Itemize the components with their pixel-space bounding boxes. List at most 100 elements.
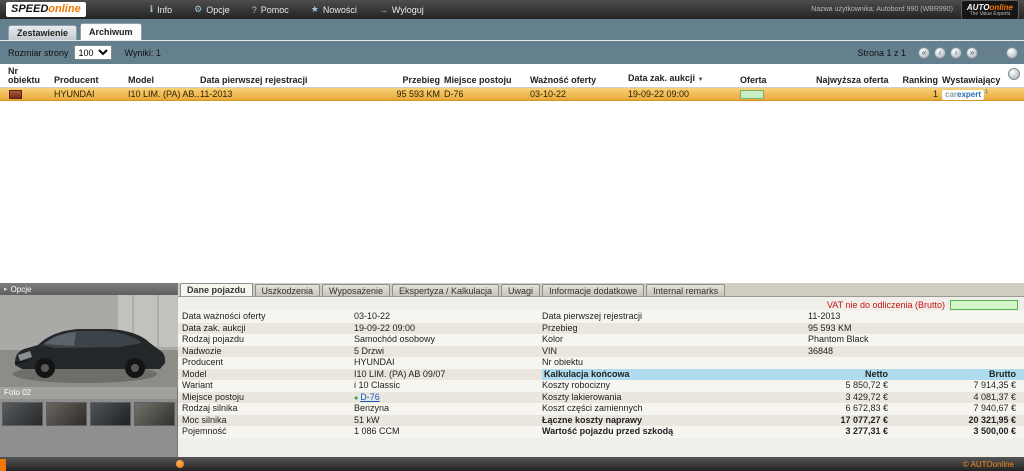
results-count: Wyniki: 1 xyxy=(125,48,161,58)
row-wystawiajacy: carexpert1 xyxy=(942,89,1016,100)
calc-netto-value: 3 429,72 € xyxy=(808,392,888,404)
column-header-miejsce-postoju[interactable]: Miejsce postoju xyxy=(444,76,530,85)
detail-panel: ▸ Opcje xyxy=(0,283,1024,457)
menu-label: Wyloguj xyxy=(392,5,424,15)
menu-item-opcje[interactable]: ⚙ Opcje xyxy=(194,4,230,15)
menu-label: Opcje xyxy=(206,5,230,15)
tab-informacje-dodatkowe[interactable]: Informacje dodatkowe xyxy=(542,284,644,296)
detail-value: I10 LIM. (PA) AB 09/07 xyxy=(354,369,542,381)
list-toolbar: Rozmiar strony 100 Wyniki: 1 Strona 1 z … xyxy=(0,41,1024,64)
row-object-cell xyxy=(8,90,54,99)
footer-bar: © AUTOonline xyxy=(0,457,1024,471)
tab-uwagi[interactable]: Uwagi xyxy=(501,284,540,296)
detail-value: Phantom Black xyxy=(808,334,1024,346)
calc-brutto-value: 20 321,95 € xyxy=(888,415,1024,427)
table-row[interactable]: HYUNDAI I10 LIM. (PA) AB... 11-2013 95 5… xyxy=(0,88,1024,101)
detail-label: Wariant xyxy=(178,380,354,392)
detail-label: Data pierwszej rejestracji xyxy=(542,311,808,323)
detail-label: Nr obiektu xyxy=(542,357,808,369)
calc-netto-value: 3 277,31 € xyxy=(808,426,888,438)
next-page-button[interactable]: › xyxy=(950,47,962,59)
username-text: Nazwa użytkownika: Autobord 990 (WBR990) xyxy=(811,6,953,13)
photo-thumbnail-4[interactable] xyxy=(134,402,175,426)
calc-brutto-value: 3 500,00 € xyxy=(888,426,1024,438)
column-header-wystawiajacy[interactable]: Wystawiający xyxy=(942,76,1016,85)
detail-row: Rodzaj pojazdu Samochód osobowy Kolor Ph… xyxy=(178,334,1024,346)
column-options-button[interactable] xyxy=(1008,68,1020,80)
row-miejsce: D-76 xyxy=(444,89,530,99)
view-tabstrip: Zestawienie Archiwum xyxy=(0,19,1024,41)
column-header-producent[interactable]: Producent xyxy=(54,76,128,85)
offer-input[interactable] xyxy=(740,90,764,99)
tab-wyposazenie[interactable]: Wyposażenie xyxy=(322,284,390,296)
page-options-button[interactable] xyxy=(1006,47,1018,59)
detail-row: Nadwozie 5 Drzwi VIN 36848 xyxy=(178,346,1024,358)
first-page-button[interactable]: « xyxy=(918,47,930,59)
tab-internal-remarks[interactable]: Internal remarks xyxy=(646,284,725,296)
tab-dane-pojazdu[interactable]: Dane pojazdu xyxy=(180,283,253,296)
page-size-label: Rozmiar strony xyxy=(8,48,69,58)
vehicle-photo[interactable] xyxy=(0,295,177,387)
tab-archiwum[interactable]: Archiwum xyxy=(80,23,142,40)
column-header-waznosc-oferty[interactable]: Ważność oferty xyxy=(530,76,628,85)
page-size-select[interactable]: 100 xyxy=(74,45,112,60)
footer-orange-icon xyxy=(176,460,184,468)
detail-row: Miejsce postoju ●D-76 Koszty lakierowani… xyxy=(178,392,1024,404)
tab-zestawienie[interactable]: Zestawienie xyxy=(8,25,77,40)
speedonline-logo[interactable]: SPEEDonline xyxy=(6,2,86,17)
tab-uszkodzenia[interactable]: Uszkodzenia xyxy=(255,284,321,296)
detail-value: Samochód osobowy xyxy=(354,334,542,346)
info-icon: ℹ xyxy=(150,4,153,15)
detail-label: Moc silnika xyxy=(178,415,354,427)
detail-value: 19-09-22 09:00 xyxy=(354,323,542,335)
menu-item-nowosci[interactable]: ★ Nowości xyxy=(311,4,357,15)
gear-icon: ⚙ xyxy=(194,4,202,15)
column-header-model[interactable]: Model xyxy=(128,76,200,85)
opcje-collapse-bar[interactable]: ▸ Opcje xyxy=(0,283,177,295)
detail-tabstrip: Dane pojazdu Uszkodzenia Wyposażenie Eks… xyxy=(178,283,1024,297)
row-data-zak: 19-09-22 09:00 xyxy=(628,89,740,99)
vat-input[interactable] xyxy=(950,300,1018,310)
column-header-ranking[interactable]: Ranking xyxy=(902,76,942,85)
logo-online-text: online xyxy=(48,3,80,15)
footer-copyright-link[interactable]: © AUTOonline xyxy=(963,460,1024,469)
tab-ekspertyza[interactable]: Ekspertyza / Kalkulacja xyxy=(392,284,499,296)
parking-location-link[interactable]: D-76 xyxy=(360,392,380,402)
detail-label: Kolor xyxy=(542,334,808,346)
photo-thumbnail-2[interactable] xyxy=(46,402,87,426)
prev-page-button[interactable]: ‹ xyxy=(934,47,946,59)
detail-label: Rodzaj pojazdu xyxy=(178,334,354,346)
help-icon: ? xyxy=(252,5,257,15)
column-header-nr-obiektu[interactable]: Nr obiektu xyxy=(8,67,54,85)
footer-corner-accent xyxy=(0,459,6,471)
detail-label: Koszt części zamiennych xyxy=(542,403,808,415)
pager: Strona 1 z 1 « ‹ › » xyxy=(857,47,1018,59)
top-bar: SPEEDonline ℹ Info ⚙ Opcje ? Pomoc ★ Now… xyxy=(0,0,1024,19)
last-page-button[interactable]: » xyxy=(966,47,978,59)
column-header-data-rejestracji[interactable]: Data pierwszej rejestracji xyxy=(200,76,396,85)
detail-row-pre-damage-value: Pojemność 1 086 CCM Wartość pojazdu prze… xyxy=(178,426,1024,438)
column-header-data-zak-aukcji[interactable]: Data zak. aukcji ▼ xyxy=(628,74,740,85)
detail-label: VIN xyxy=(542,346,808,358)
menu-item-info[interactable]: ℹ Info xyxy=(150,4,172,15)
column-header-przebieg[interactable]: Przebieg xyxy=(396,76,444,85)
detail-row: Producent HYUNDAI Nr obiektu xyxy=(178,357,1024,369)
menu-item-pomoc[interactable]: ? Pomoc xyxy=(252,4,289,15)
photo-thumbnail-1[interactable] xyxy=(2,402,43,426)
row-model: I10 LIM. (PA) AB... xyxy=(128,89,200,99)
detail-value: i 10 Classic xyxy=(354,380,542,392)
photo-thumbnail-3[interactable] xyxy=(90,402,131,426)
row-oferta-cell xyxy=(740,90,816,99)
logo-speed-text: SPEED xyxy=(11,3,48,15)
calc-brutto-value: 4 081,37 € xyxy=(888,392,1024,404)
calc-netto-value: 17 077,27 € xyxy=(808,415,888,427)
column-header-oferta[interactable]: Oferta xyxy=(740,76,816,85)
menu-item-wyloguj[interactable]: → Wyloguj xyxy=(379,4,424,15)
calc-netto-header: Netto xyxy=(808,369,888,381)
detail-row-total: Moc silnika 51 kW Łączne koszty naprawy … xyxy=(178,415,1024,427)
star-icon: ★ xyxy=(311,4,319,15)
detail-label: Data zak. aukcji xyxy=(178,323,354,335)
column-header-najwyzsza-oferta[interactable]: Najwyższa oferta xyxy=(816,76,902,85)
detail-value: 1 086 CCM xyxy=(354,426,542,438)
detail-label: Model xyxy=(178,369,354,381)
